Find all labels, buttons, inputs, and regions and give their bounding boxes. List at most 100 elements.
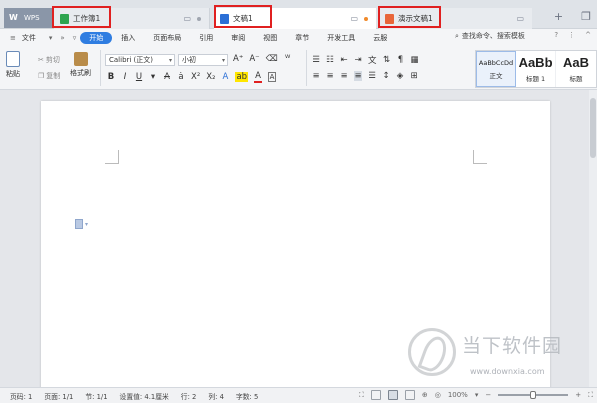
zoom-in-icon[interactable]: + (575, 391, 581, 399)
menu-cloud[interactable]: 云服 (364, 33, 396, 43)
web-view-icon[interactable]: ⊕ (422, 391, 428, 399)
fullscreen-icon[interactable]: ⛶ (359, 391, 364, 400)
font-style-tools: B I U ▾ A ȧ X² X₂ A ab A A (107, 71, 277, 83)
phonetic-icon[interactable]: ᵂ (284, 54, 292, 64)
tab-modified-dot[interactable] (364, 16, 368, 21)
style-heading[interactable]: AaB 标题 (556, 51, 596, 87)
add-tab-icon[interactable]: + (554, 10, 563, 23)
bullet-list-icon[interactable]: ☰ (312, 55, 320, 65)
style-normal[interactable]: AaBbCcDd 正文 (476, 51, 517, 87)
monitor-icon[interactable]: ▭ (183, 14, 191, 23)
align-right-icon[interactable]: ≡ (340, 71, 348, 81)
menu-view[interactable]: 视图 (254, 33, 286, 43)
copy-button[interactable]: ❐ 复制 (38, 71, 60, 81)
justify-icon[interactable]: ≡ (354, 71, 362, 81)
strikethrough-icon[interactable]: A (163, 72, 171, 82)
menu-file[interactable]: 文件 (20, 33, 45, 43)
format-painter-button[interactable]: 格式刷 (70, 52, 91, 78)
style-preview: AaBbCcDd (478, 58, 514, 67)
cut-label: 剪切 (45, 56, 60, 64)
help-icon[interactable]: ? (554, 31, 558, 39)
bold-icon[interactable]: B (107, 72, 115, 82)
fit-icon[interactable]: ⛶ (588, 391, 593, 400)
font-size-select[interactable]: 小初 ▾ (178, 54, 228, 66)
zoom-slider[interactable] (498, 391, 569, 399)
monitor-icon[interactable]: ▭ (350, 14, 358, 23)
vertical-scrollbar[interactable] (589, 90, 597, 387)
chevron-down-icon[interactable]: ▾ (45, 34, 57, 42)
align-left-icon[interactable]: ≡ (312, 71, 320, 81)
table-borders-icon[interactable]: ⊞ (410, 71, 418, 81)
status-column: 列: 4 (208, 392, 224, 401)
menu-developer[interactable]: 开发工具 (318, 33, 364, 43)
font-color-icon[interactable]: A (254, 71, 263, 83)
status-page-number[interactable]: 页码: 1 (4, 391, 38, 401)
font-name-select[interactable]: Calibri (正文) ▾ (105, 54, 175, 66)
paste-button[interactable]: 粘贴 (6, 51, 20, 79)
sort-icon[interactable]: ⇅ (383, 55, 391, 65)
menu-chapter[interactable]: 章节 (286, 33, 318, 43)
chevron-down-icon[interactable]: ▾ (149, 72, 157, 82)
font-name-value: Calibri (正文) (109, 56, 154, 64)
text-effect-icon[interactable]: A (221, 72, 229, 82)
paragraph-handle[interactable]: ▾ (75, 219, 88, 229)
style-heading-1[interactable]: AaBb 标题 1 (516, 51, 557, 87)
numbered-list-icon[interactable]: ☷ (326, 55, 334, 65)
read-view-icon[interactable] (370, 390, 381, 400)
more-icon[interactable]: » (56, 34, 68, 42)
char-border-icon[interactable]: A (268, 72, 277, 82)
zoom-out-icon[interactable]: − (485, 391, 491, 399)
watermark-url: www.downxia.com (470, 367, 545, 376)
tab-close-dot[interactable] (197, 16, 201, 21)
borders-icon[interactable]: ▦ (411, 55, 419, 65)
copy-icon: ❐ (38, 72, 45, 80)
menu-insert[interactable]: 插入 (112, 33, 144, 43)
menu-review[interactable]: 审阅 (222, 33, 254, 43)
dropdown-icon[interactable]: ▿ (69, 34, 81, 42)
increase-indent-icon[interactable]: ⇥ (354, 55, 362, 65)
menu-hamburger-icon[interactable]: ≡ (6, 34, 20, 42)
grow-font-icon[interactable]: A⁺ (233, 54, 243, 64)
highlight-color-icon[interactable]: ab (235, 72, 249, 82)
decrease-indent-icon[interactable]: ⇤ (340, 55, 348, 65)
monitor-icon[interactable]: ▭ (516, 14, 524, 23)
status-word-count[interactable]: 字数: 5 (230, 391, 264, 401)
ribbon-divider (100, 50, 101, 86)
status-pages: 页面: 1/1 (44, 392, 74, 401)
show-marks-icon[interactable]: ¶ (397, 55, 405, 65)
emphasis-icon[interactable]: ȧ (177, 72, 185, 82)
clear-format-icon[interactable]: ⌫ (266, 54, 278, 64)
align-center-icon[interactable]: ≡ (326, 71, 334, 81)
menu-references[interactable]: 引用 (190, 33, 222, 43)
wps-home-tab[interactable]: W WPS (4, 8, 52, 28)
chevron-down-icon[interactable]: ▾ (475, 391, 479, 399)
shading-icon[interactable]: ◈ (396, 71, 404, 81)
superscript-icon[interactable]: X² (191, 72, 200, 82)
collapse-icon[interactable]: ^ (585, 31, 591, 39)
tab-bar: W WPS 工作簿1 ▭ 文稿1 ▭ 演示文稿1 ▭ + ❐ (0, 0, 597, 29)
chevron-down-icon: ▾ (85, 220, 89, 228)
zoom-level[interactable]: 100% (448, 391, 468, 399)
command-search[interactable]: ⌕ 查找命令、搜索模板 (455, 31, 525, 41)
page-view-icon[interactable] (387, 390, 398, 400)
chevron-down-icon: ▾ (168, 56, 172, 64)
eye-protection-icon[interactable]: ◎ (435, 391, 441, 399)
paragraph-icon (75, 219, 83, 229)
menu-page-layout[interactable]: 页面布局 (144, 33, 190, 43)
cut-button[interactable]: ✂ 剪切 (38, 55, 60, 65)
line-spacing-icon[interactable]: ↕ (382, 71, 390, 81)
zoom-slider-knob[interactable] (530, 391, 537, 399)
scrollbar-thumb[interactable] (590, 98, 596, 158)
distribute-icon[interactable]: ☰ (368, 71, 376, 81)
shrink-font-icon[interactable]: A⁻ (249, 54, 259, 64)
menu-home[interactable]: 开始 (80, 31, 113, 44)
underline-icon[interactable]: U (135, 72, 143, 82)
italic-icon[interactable]: I (121, 72, 129, 82)
outline-view-icon[interactable] (404, 390, 415, 400)
subscript-icon[interactable]: X₂ (206, 72, 215, 82)
margin-mark-top-right (473, 150, 487, 164)
style-preview: AaB (563, 55, 590, 70)
chinese-layout-icon[interactable]: 文 (368, 54, 377, 66)
window-switch-icon[interactable]: ❐ (581, 10, 591, 23)
more-options-icon[interactable]: ⋮ (568, 31, 575, 39)
